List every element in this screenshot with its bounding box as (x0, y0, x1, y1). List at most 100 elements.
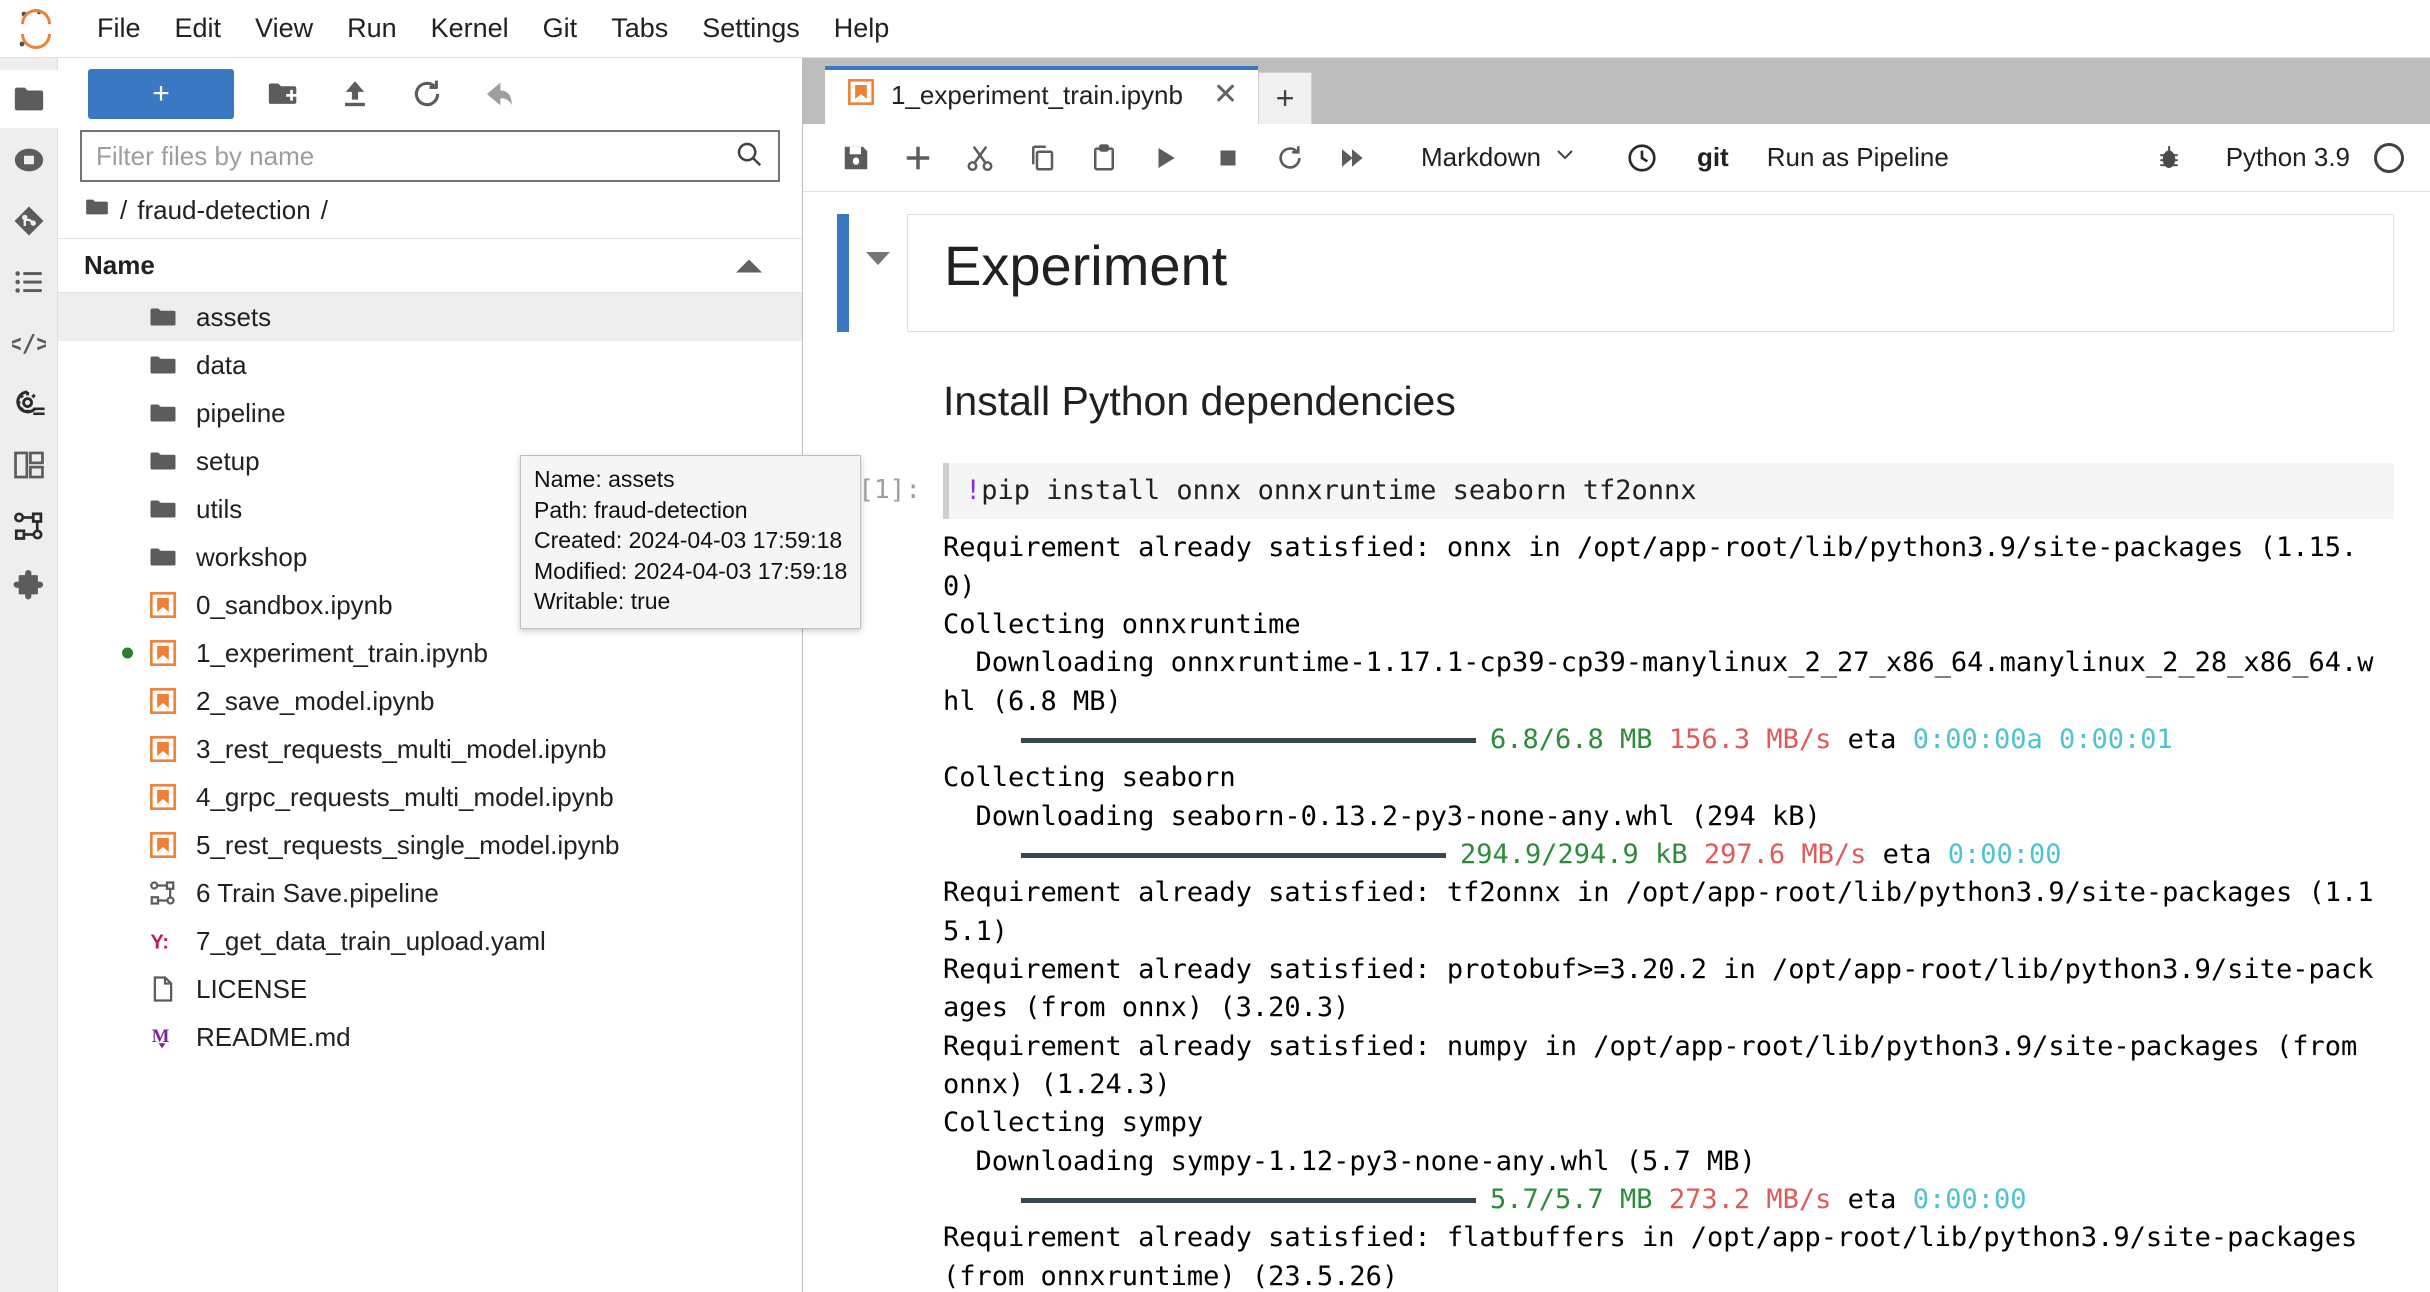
file-list-item[interactable]: M README.md (58, 1013, 802, 1061)
dashboard-icon[interactable] (0, 436, 58, 494)
menu-item-run[interactable]: Run (330, 8, 414, 50)
git-toolbar-button[interactable]: git (1697, 142, 1729, 173)
extension-manager-icon[interactable] (0, 558, 58, 616)
breadcrumb-root[interactable]: / (120, 195, 127, 226)
markdown-rendered-box[interactable]: Experiment (907, 214, 2394, 332)
file-name: LICENSE (196, 973, 308, 1004)
restart-kernel-icon[interactable] (1263, 131, 1317, 185)
shell-bang-token: ! (965, 475, 982, 506)
kernel-status-indicator[interactable] (2374, 142, 2404, 173)
new-tab-button[interactable]: + (1258, 72, 1313, 124)
file-list-item[interactable]: pipeline (58, 389, 802, 437)
code-editor[interactable]: !pip install onnx onnxruntime seaborn tf… (943, 463, 2394, 520)
column-header-name: Name (84, 250, 155, 280)
insert-cell-icon[interactable] (891, 131, 945, 185)
progress-speed: 297.6 MB/s (1687, 839, 1867, 871)
file-list: assets data pipeline setup utils workshop 0_sa… (58, 293, 802, 1292)
file-list-item[interactable]: 3_rest_requests_multi_model.ipynb (58, 725, 802, 773)
progress-size: 294.9/294.9 kB (1460, 839, 1688, 871)
menu-bar: File Edit View Run Kernel Git Tabs Setti… (0, 0, 2430, 58)
markdown-cell-heading[interactable]: Experiment (803, 214, 2430, 332)
tooltip-modified: Modified: 2024-04-03 17:59:18 (534, 557, 848, 584)
code-cell[interactable]: [1]: !pip install onnx onnxruntime seabo… (803, 463, 2430, 520)
menu-item-tabs[interactable]: Tabs (594, 8, 685, 50)
interrupt-kernel-icon[interactable] (1201, 131, 1255, 185)
progress-eta: 0:00:00 (1947, 839, 2062, 871)
property-inspector-icon[interactable] (0, 375, 58, 433)
file-list-item[interactable]: 2_save_model.ipynb (58, 677, 802, 725)
file-info-tooltip: Name: assets Path: fraud-detection Creat… (520, 455, 862, 629)
cell-collapser[interactable] (849, 214, 907, 332)
markdown-cell-subheading[interactable]: Install Python dependencies (803, 332, 2430, 435)
file-list-item[interactable]: assets (58, 293, 802, 341)
unsaved-indicator (122, 647, 133, 659)
download-progress-line: 5.7/5.7 MB 273.2 MB/s eta 0:00:00 (943, 1181, 2394, 1219)
breadcrumb-folder[interactable]: fraud-detection (137, 195, 310, 226)
caret-down-icon[interactable] (866, 252, 890, 265)
run-cell-icon[interactable] (1139, 131, 1193, 185)
file-list-item[interactable]: Y: 7_get_data_train_upload.yaml (58, 917, 802, 965)
code-line: !pip install onnx onnxruntime seaborn tf… (965, 473, 2378, 509)
file-icon (146, 972, 180, 1006)
sort-ascending-icon (736, 259, 762, 272)
file-list-header[interactable]: Name (58, 238, 802, 293)
new-launcher-button[interactable]: + (88, 69, 234, 119)
git-icon[interactable] (0, 192, 58, 250)
menu-item-view[interactable]: View (238, 8, 330, 50)
breadcrumb-home-icon[interactable] (84, 194, 110, 227)
notebook-history-icon[interactable] (1615, 131, 1669, 185)
file-name: utils (196, 493, 243, 524)
paste-icon[interactable] (1077, 131, 1131, 185)
menu-item-kernel[interactable]: Kernel (414, 8, 526, 50)
restart-run-all-icon[interactable] (1325, 131, 1379, 185)
filter-files-field[interactable] (80, 130, 780, 182)
tab-1-experiment-train[interactable]: 1_experiment_train.ipynb ✕ (825, 66, 1259, 124)
menu-item-help[interactable]: Help (817, 8, 907, 50)
output-text-line: Collecting onnxruntime (943, 609, 1301, 641)
notebook-heading-1: Experiment (944, 234, 1228, 297)
download-progress-line: 6.8/6.8 MB 156.3 MB/s eta 0:00:00a 0:00:… (943, 721, 2394, 759)
progress-size: 5.7/5.7 MB (1490, 1184, 1653, 1216)
menu-item-git[interactable]: Git (526, 8, 595, 50)
pipeline-editor-icon[interactable] (0, 497, 58, 555)
debugger-icon[interactable] (2142, 131, 2196, 185)
file-list-item[interactable]: data (58, 341, 802, 389)
output-text-line: Collecting seaborn (943, 762, 1236, 794)
search-input[interactable] (96, 140, 734, 172)
running-terminals-icon[interactable] (0, 131, 58, 189)
new-folder-icon[interactable] (260, 71, 306, 117)
file-browser-icon[interactable] (0, 70, 58, 128)
close-icon[interactable]: ✕ (1213, 80, 1238, 110)
file-list-item[interactable]: 4_grpc_requests_multi_model.ipynb (58, 773, 802, 821)
notebook-heading-2: Install Python dependencies (943, 378, 1456, 424)
progress-speed: 273.2 MB/s (1652, 1184, 1832, 1216)
cut-icon[interactable] (953, 131, 1007, 185)
notebook-panel: Markdown git Run as Pipeline Python 3.9 … (803, 124, 2430, 1292)
kernel-name-label[interactable]: Python 3.9 (2226, 142, 2350, 173)
output-text-line: Requirement already satisfied: numpy in … (943, 1030, 2358, 1101)
file-list-item[interactable]: LICENSE (58, 965, 802, 1013)
svg-text:</>: </> (12, 330, 46, 358)
file-list-item[interactable]: 1_experiment_train.ipynb (58, 629, 802, 677)
folder-icon (146, 348, 180, 382)
menu-item-edit[interactable]: Edit (158, 8, 239, 50)
file-list-item[interactable]: 6 Train Save.pipeline (58, 869, 802, 917)
folder-icon (146, 444, 180, 478)
refresh-file-list-icon[interactable] (404, 71, 450, 117)
notebook-scroll-area[interactable]: Experiment Install Python dependencies [… (803, 192, 2430, 1292)
file-name: 4_grpc_requests_multi_model.ipynb (196, 781, 614, 812)
code-snippets-icon[interactable]: </> (0, 314, 58, 372)
save-icon[interactable] (829, 131, 883, 185)
tab-label: 1_experiment_train.ipynb (891, 79, 1183, 110)
table-of-contents-icon[interactable] (0, 253, 58, 311)
menu-item-settings[interactable]: Settings (685, 8, 817, 50)
menu-item-file[interactable]: File (80, 8, 158, 50)
output-text-line: Downloading seaborn-0.13.2-py3-none-any.… (943, 800, 1821, 832)
run-as-pipeline-button[interactable]: Run as Pipeline (1767, 142, 1949, 173)
progress-eta-label: eta (1831, 1184, 1913, 1216)
copy-icon[interactable] (1015, 131, 1069, 185)
upload-files-icon[interactable] (332, 71, 378, 117)
git-clone-icon[interactable] (476, 71, 522, 117)
cell-type-dropdown[interactable]: Markdown (1409, 136, 1589, 179)
file-list-item[interactable]: 5_rest_requests_single_model.ipynb (58, 821, 802, 869)
